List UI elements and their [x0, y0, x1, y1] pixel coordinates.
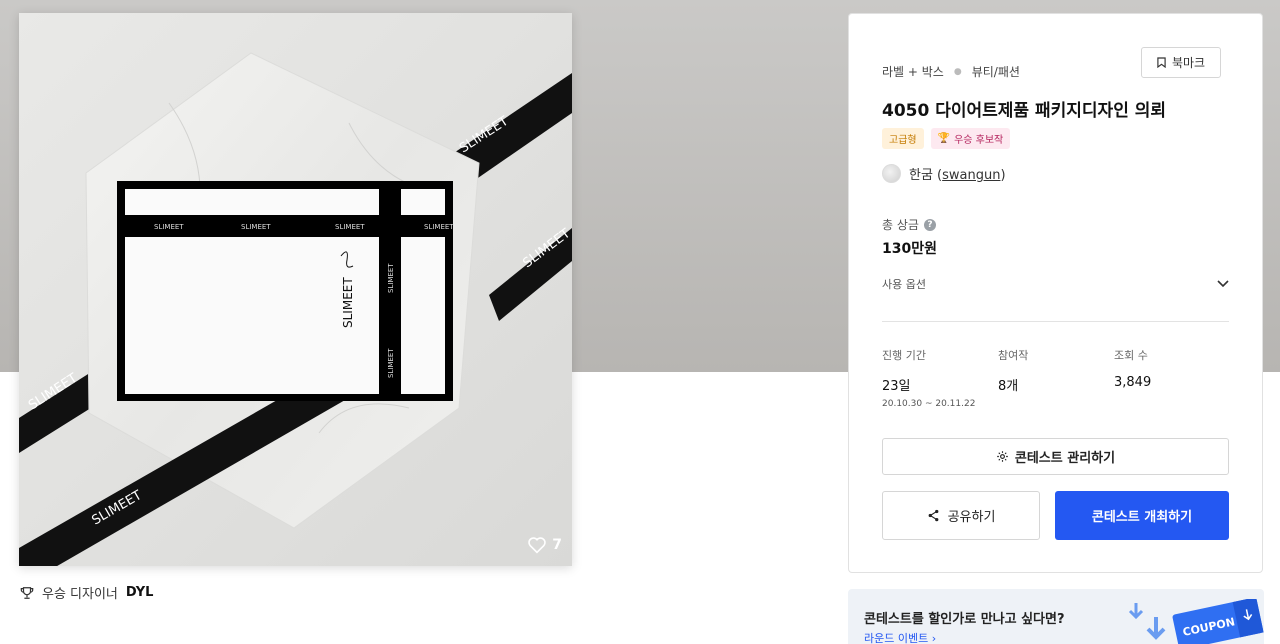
bookmark-icon	[1157, 57, 1166, 68]
period-value: 23일	[882, 379, 911, 394]
chevron-down-icon	[1217, 280, 1229, 288]
heart-icon	[528, 537, 547, 554]
stat-period: 진행 기간 23일 20.10.30 ~ 20.11.22	[882, 347, 975, 409]
manage-contest-button[interactable]: 콘테스트 관리하기	[882, 438, 1229, 475]
promo-title: 콘테스트를 할인가로 만나고 싶다면?	[864, 612, 1065, 627]
prize-label-text: 총 상금	[882, 218, 919, 232]
brand-logo-on-box: SLIMEET	[341, 277, 355, 328]
winner-designer: 우승 디자이너 DYL	[20, 583, 153, 602]
separator-dot: ●	[953, 66, 962, 77]
promo-link-label: 라운드 이벤트	[864, 632, 929, 644]
manage-label: 콘테스트 관리하기	[1014, 451, 1116, 466]
svg-text:SLIMEET: SLIMEET	[387, 263, 395, 293]
prize-value: 130만원	[882, 241, 937, 257]
promo-link[interactable]: 라운드 이벤트 ›	[864, 630, 936, 644]
svg-text:SLIMEET: SLIMEET	[424, 223, 454, 231]
share-icon	[928, 509, 938, 522]
svg-text:SLIMEET: SLIMEET	[387, 348, 395, 378]
bookmark-label: 북마크	[1171, 56, 1206, 70]
svg-text:SLIMEET: SLIMEET	[154, 223, 184, 231]
contest-title: 4050 다이어트제품 패키지디자인 의뢰	[882, 101, 1167, 121]
gear-icon	[997, 451, 1008, 462]
trophy-icon	[20, 586, 34, 599]
options-dropdown[interactable]: 사용 옵션	[882, 274, 1229, 294]
like-counter[interactable]: 7	[527, 536, 562, 554]
views-value: 3,849	[1114, 375, 1152, 390]
period-range: 20.10.30 ~ 20.11.22	[882, 399, 976, 409]
stat-entries: 참여작 8개	[998, 347, 1028, 394]
host-name: 한굼	[909, 168, 933, 183]
like-count: 7	[552, 537, 562, 553]
badge-row: 고급형 🏆 우승 후보작	[882, 128, 1011, 149]
candidate-badge: 🏆 우승 후보작	[930, 128, 1011, 149]
prize-label: 총 상금 ?	[882, 216, 936, 233]
entries-value: 8개	[998, 379, 1019, 394]
bookmark-button[interactable]: 북마크	[1141, 47, 1221, 78]
chevron-right-icon: ›	[931, 632, 937, 644]
category-breadcrumb: 라벨 + 박스 ● 뷰티/패션	[882, 63, 1020, 80]
promo-banner[interactable]: 콘테스트를 할인가로 만나고 싶다면? 라운드 이벤트 › COUPON	[848, 589, 1264, 644]
host-info[interactable]: 한굼 (swangun)	[882, 164, 1006, 183]
views-label: 조회 수	[1114, 349, 1148, 362]
grade-badge: 고급형	[882, 128, 924, 149]
entries-label: 참여작	[998, 349, 1029, 362]
candidate-badge-label: 우승 후보작	[954, 135, 1004, 146]
trophy-icon: 🏆	[937, 133, 951, 144]
package-mockup-image: SLIMEET SLIMEET SLIMEET SLIMEET SLIMEET …	[19, 13, 572, 566]
host-id[interactable]: swangun	[942, 168, 1000, 183]
category-secondary[interactable]: 뷰티/패션	[972, 63, 1020, 80]
winner-prefix: 우승 디자이너	[42, 587, 118, 602]
svg-text:SLIMEET: SLIMEET	[335, 223, 365, 231]
period-label: 진행 기간	[882, 349, 926, 362]
share-button[interactable]: 공유하기	[882, 491, 1040, 540]
coupon-illustration: COUPON	[1128, 599, 1264, 644]
entry-image[interactable]: SLIMEET SLIMEET SLIMEET SLIMEET SLIMEET …	[19, 13, 572, 566]
contest-info-panel: 라벨 + 박스 ● 뷰티/패션 북마크 4050 다이어트제품 패키지디자인 의…	[848, 13, 1263, 573]
question-icon[interactable]: ?	[923, 218, 936, 231]
category-primary[interactable]: 라벨 + 박스	[882, 63, 944, 80]
share-label: 공유하기	[947, 510, 996, 525]
svg-text:SLIMEET: SLIMEET	[241, 223, 271, 231]
options-label: 사용 옵션	[882, 278, 926, 291]
divider	[882, 321, 1229, 322]
winner-name[interactable]: DYL	[126, 585, 154, 600]
host-contest-button[interactable]: 콘테스트 개최하기	[1055, 491, 1229, 540]
stat-views: 조회 수 3,849	[1114, 347, 1151, 390]
avatar	[882, 164, 901, 183]
